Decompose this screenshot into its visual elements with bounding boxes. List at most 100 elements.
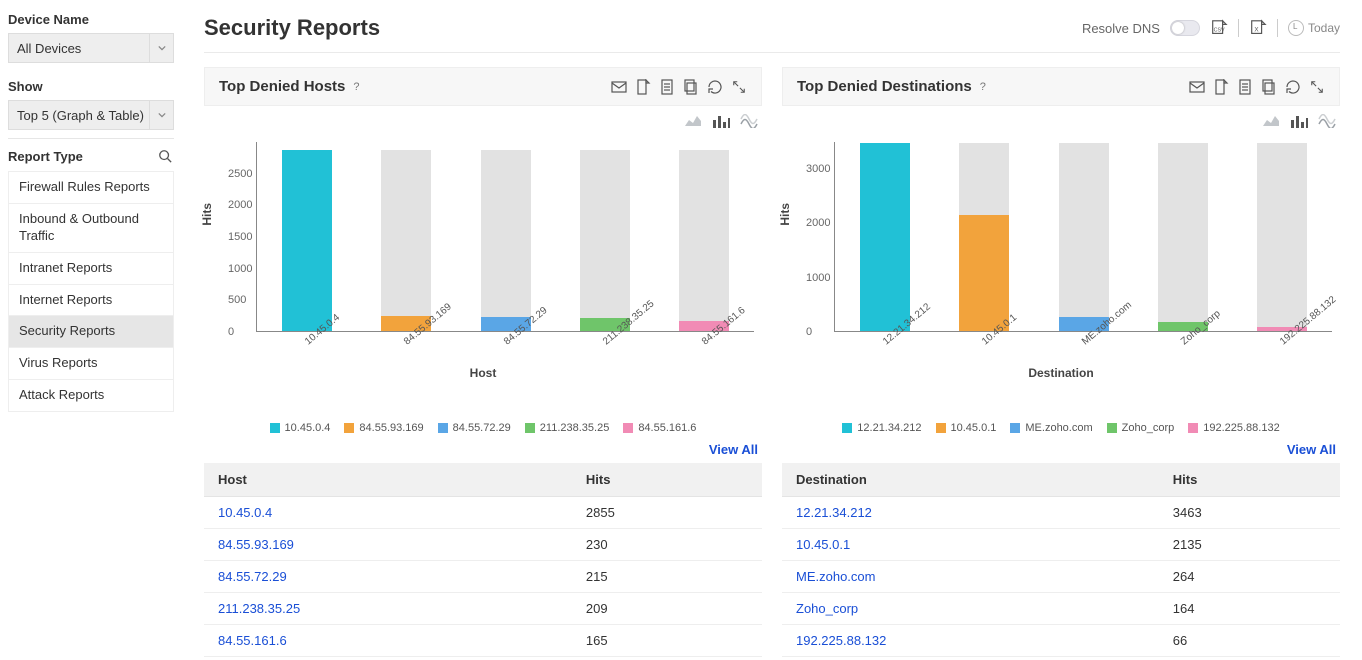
table-key-link[interactable]: 84.55.72.29 — [218, 569, 287, 584]
legend-label: 192.225.88.132 — [1203, 422, 1279, 434]
legend-item[interactable]: 192.225.88.132 — [1188, 422, 1279, 434]
refresh-icon[interactable] — [1285, 79, 1301, 95]
view-all-link[interactable]: View All — [1287, 442, 1336, 457]
sidebar-item-attack-reports[interactable]: Attack Reports — [9, 380, 173, 411]
table-row: 192.225.88.13266 — [782, 625, 1340, 657]
search-icon[interactable] — [156, 147, 174, 165]
table-key-link[interactable]: 10.45.0.1 — [796, 537, 850, 552]
device-name-value: All Devices — [17, 41, 81, 56]
legend-item[interactable]: 12.21.34.212 — [842, 422, 921, 434]
export-xls-icon[interactable]: X — [1249, 19, 1267, 37]
sidebar-item-virus-reports[interactable]: Virus Reports — [9, 348, 173, 380]
legend-swatch — [344, 423, 354, 433]
device-name-label: Device Name — [8, 12, 174, 27]
wave-chart-icon[interactable] — [1318, 114, 1336, 128]
expand-icon[interactable] — [1309, 79, 1325, 95]
table-header[interactable]: Host — [204, 463, 572, 497]
table-value: 264 — [1159, 561, 1340, 593]
sidebar-item-intranet-reports[interactable]: Intranet Reports — [9, 253, 173, 285]
wave-chart-icon[interactable] — [740, 114, 758, 128]
svg-text:CSV: CSV — [1214, 28, 1225, 34]
table-key-link[interactable]: 12.21.34.212 — [796, 505, 872, 520]
copy-icon[interactable] — [1261, 79, 1277, 95]
sidebar-item-firewall-rules-reports[interactable]: Firewall Rules Reports — [9, 172, 173, 204]
doc-icon[interactable] — [1237, 79, 1253, 95]
doc-icon[interactable] — [659, 79, 675, 95]
table-key-link[interactable]: Zoho_corp — [796, 601, 858, 616]
mail-icon[interactable] — [611, 79, 627, 95]
legend-item[interactable]: ME.zoho.com — [1010, 422, 1092, 434]
area-chart-icon[interactable] — [684, 114, 702, 128]
help-icon[interactable]: ? — [980, 81, 986, 93]
report-type-label: Report Type — [8, 149, 83, 164]
legend-label: 10.45.0.1 — [951, 422, 997, 434]
date-range-label: Today — [1308, 21, 1340, 35]
pdf-icon[interactable] — [635, 79, 651, 95]
clock-icon — [1288, 20, 1304, 36]
table-key-link[interactable]: ME.zoho.com — [796, 569, 875, 584]
legend-item[interactable]: 211.238.35.25 — [525, 422, 610, 434]
y-tick: 2000 — [228, 199, 252, 211]
data-table: HostHits10.45.0.4285584.55.93.16923084.5… — [204, 463, 762, 657]
chart-type-switcher — [204, 106, 762, 128]
page-title: Security Reports — [204, 15, 380, 41]
sidebar-item-security-reports[interactable]: Security Reports — [9, 316, 173, 348]
mail-icon[interactable] — [1189, 79, 1205, 95]
legend: 12.21.34.212 10.45.0.1 ME.zoho.com Zoho_cor… — [782, 422, 1340, 434]
table-header[interactable]: Hits — [1159, 463, 1340, 497]
sidebar-item-internet-reports[interactable]: Internet Reports — [9, 285, 173, 317]
export-csv-icon[interactable]: CSV — [1210, 19, 1228, 37]
refresh-icon[interactable] — [707, 79, 723, 95]
legend-item[interactable]: 84.55.72.29 — [438, 422, 511, 434]
table-key-link[interactable]: 10.45.0.4 — [218, 505, 272, 520]
show-label: Show — [8, 79, 174, 94]
legend-label: 10.45.0.4 — [285, 422, 331, 434]
view-all-link[interactable]: View All — [709, 442, 758, 457]
sidebar-item-inbound-outbound-traffic[interactable]: Inbound & Outbound Traffic — [9, 204, 173, 253]
table-key-link[interactable]: 84.55.93.169 — [218, 537, 294, 552]
table-key-link[interactable]: 84.55.161.6 — [218, 633, 287, 648]
pdf-icon[interactable] — [1213, 79, 1229, 95]
table-row: 211.238.35.25 209 — [204, 593, 762, 625]
legend-item[interactable]: 10.45.0.4 — [270, 422, 331, 434]
table-row: 10.45.0.4 2855 — [204, 497, 762, 529]
table-key-link[interactable]: 192.225.88.132 — [796, 633, 886, 648]
y-tick: 2500 — [228, 168, 252, 180]
area-chart-icon[interactable] — [1262, 114, 1280, 128]
bar-chart-icon[interactable] — [1290, 114, 1308, 128]
legend-item[interactable]: 84.55.161.6 — [623, 422, 696, 434]
y-tick: 1000 — [228, 263, 252, 275]
legend-swatch — [1107, 423, 1117, 433]
table-value: 209 — [572, 593, 762, 625]
legend-item[interactable]: 10.45.0.1 — [936, 422, 997, 434]
table-value: 2855 — [572, 497, 762, 529]
y-tick: 1000 — [806, 272, 830, 284]
table-key-link[interactable]: 211.238.35.25 — [218, 601, 300, 616]
date-range-picker[interactable]: Today — [1288, 20, 1340, 36]
x-axis-title: Host — [470, 366, 497, 380]
legend-swatch — [438, 423, 448, 433]
legend-swatch — [1188, 423, 1198, 433]
table-value: 3463 — [1159, 497, 1340, 529]
expand-icon[interactable] — [731, 79, 747, 95]
copy-icon[interactable] — [683, 79, 699, 95]
legend-item[interactable]: Zoho_corp — [1107, 422, 1175, 434]
chart-type-switcher — [782, 106, 1340, 128]
panel-header: Top Denied Destinations ? — [782, 67, 1340, 106]
legend-label: 12.21.34.212 — [857, 422, 921, 434]
table-row: 84.55.72.29215 — [204, 561, 762, 593]
show-select[interactable]: Top 5 (Graph & Table) — [8, 100, 174, 130]
legend-label: Zoho_corp — [1122, 422, 1175, 434]
table-header[interactable]: Destination — [782, 463, 1159, 497]
bar-chart-icon[interactable] — [712, 114, 730, 128]
table-row: 84.55.161.6165 — [204, 625, 762, 657]
data-table: DestinationHits 12.21.34.212 3463 10.45.0.1… — [782, 463, 1340, 657]
divider — [1238, 19, 1239, 37]
device-name-select[interactable]: All Devices — [8, 33, 174, 63]
table-row: 12.21.34.212 3463 — [782, 497, 1340, 529]
resolve-dns-toggle[interactable] — [1170, 20, 1200, 36]
table-header[interactable]: Hits — [572, 463, 762, 497]
legend-swatch — [1010, 423, 1020, 433]
help-icon[interactable]: ? — [353, 81, 359, 93]
legend-item[interactable]: 84.55.93.169 — [344, 422, 423, 434]
